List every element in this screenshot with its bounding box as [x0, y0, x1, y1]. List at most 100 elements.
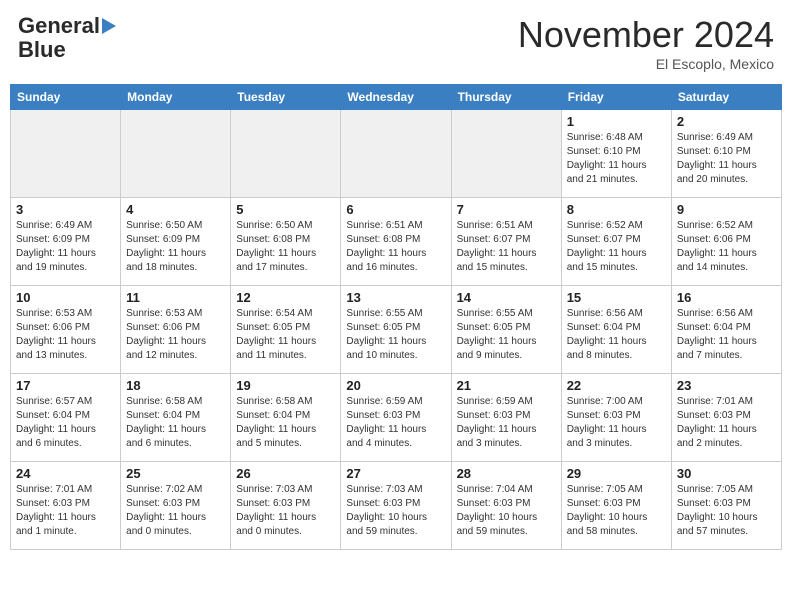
- day-number: 10: [16, 290, 115, 305]
- weekday-header-friday: Friday: [561, 85, 671, 110]
- weekday-header-saturday: Saturday: [671, 85, 781, 110]
- day-number: 9: [677, 202, 776, 217]
- day-info: Sunrise: 7:02 AMSunset: 6:03 PMDaylight:…: [126, 483, 225, 539]
- day-number: 25: [126, 466, 225, 481]
- calendar-cell: 2 Sunrise: 6:49 AMSunset: 6:10 PMDaylight…: [671, 110, 781, 198]
- day-info: Sunrise: 6:56 AMSunset: 6:04 PMDaylight:…: [567, 307, 666, 363]
- day-info: Sunrise: 6:49 AMSunset: 6:10 PMDaylight:…: [677, 131, 776, 187]
- day-number: 17: [16, 378, 115, 393]
- calendar-cell: 9Sunrise: 6:52 AMSunset: 6:06 PMDaylight…: [671, 198, 781, 286]
- week-row-4: 17 Sunrise: 6:57 AMSunset: 6:04 PMDayligh…: [11, 374, 782, 462]
- day-info: Sunrise: 7:04 AMSunset: 6:03 PMDaylight:…: [457, 483, 556, 539]
- title-block: November 2024 El Escoplo, Mexico: [518, 14, 774, 72]
- calendar-cell: 16Sunrise: 6:56 AMSunset: 6:04 PMDayligh…: [671, 286, 781, 374]
- day-info: Sunrise: 6:51 AMSunset: 6:08 PMDaylight:…: [346, 219, 445, 275]
- location-text: El Escoplo, Mexico: [518, 56, 774, 72]
- calendar-cell: 27Sunrise: 7:03 AMSunset: 6:03 PMDayligh…: [341, 462, 451, 550]
- day-number: 11: [126, 290, 225, 305]
- day-info: Sunrise: 6:59 AMSunset: 6:03 PMDaylight:…: [346, 395, 445, 451]
- calendar-cell: 23Sunrise: 7:01 AMSunset: 6:03 PMDayligh…: [671, 374, 781, 462]
- day-number: 26: [236, 466, 335, 481]
- calendar-cell: 12 Sunrise: 6:54 AMSunset: 6:05 PMDayligh…: [231, 286, 341, 374]
- day-number: 12: [236, 290, 335, 305]
- calendar-cell: 5Sunrise: 6:50 AMSunset: 6:08 PMDaylight…: [231, 198, 341, 286]
- weekday-header-monday: Monday: [121, 85, 231, 110]
- day-number: 19: [236, 378, 335, 393]
- calendar-cell: 20Sunrise: 6:59 AMSunset: 6:03 PMDayligh…: [341, 374, 451, 462]
- calendar-cell: [231, 110, 341, 198]
- calendar-cell: 25 Sunrise: 7:02 AMSunset: 6:03 PMDayligh…: [121, 462, 231, 550]
- day-number: 14: [457, 290, 556, 305]
- calendar-cell: 21 Sunrise: 6:59 AMSunset: 6:03 PMDayligh…: [451, 374, 561, 462]
- day-info: Sunrise: 6:52 AMSunset: 6:07 PMDaylight:…: [567, 219, 666, 275]
- week-row-1: 1 Sunrise: 6:48 AMSunset: 6:10 PMDaylight…: [11, 110, 782, 198]
- logo: General Blue: [18, 14, 116, 62]
- calendar-cell: 6 Sunrise: 6:51 AMSunset: 6:08 PMDaylight…: [341, 198, 451, 286]
- day-number: 15: [567, 290, 666, 305]
- day-info: Sunrise: 6:53 AMSunset: 6:06 PMDaylight:…: [16, 307, 115, 363]
- day-info: Sunrise: 6:48 AMSunset: 6:10 PMDaylight:…: [567, 131, 666, 187]
- day-info: Sunrise: 6:49 AMSunset: 6:09 PMDaylight:…: [16, 219, 115, 275]
- day-number: 13: [346, 290, 445, 305]
- day-number: 8: [567, 202, 666, 217]
- logo-arrow-icon: [102, 18, 116, 34]
- week-row-5: 24 Sunrise: 7:01 AMSunset: 6:03 PMDayligh…: [11, 462, 782, 550]
- day-number: 3: [16, 202, 115, 217]
- calendar-cell: 4Sunrise: 6:50 AMSunset: 6:09 PMDaylight…: [121, 198, 231, 286]
- day-number: 24: [16, 466, 115, 481]
- weekday-header-sunday: Sunday: [11, 85, 121, 110]
- day-number: 6: [346, 202, 445, 217]
- calendar-cell: 11Sunrise: 6:53 AMSunset: 6:06 PMDayligh…: [121, 286, 231, 374]
- calendar-cell: 17 Sunrise: 6:57 AMSunset: 6:04 PMDayligh…: [11, 374, 121, 462]
- page-header: General Blue November 2024 El Escoplo, M…: [10, 10, 782, 76]
- calendar-cell: 3 Sunrise: 6:49 AMSunset: 6:09 PMDaylight…: [11, 198, 121, 286]
- calendar-cell: 14 Sunrise: 6:55 AMSunset: 6:05 PMDayligh…: [451, 286, 561, 374]
- day-info: Sunrise: 7:01 AMSunset: 6:03 PMDaylight:…: [16, 483, 115, 539]
- weekday-header-wednesday: Wednesday: [341, 85, 451, 110]
- day-info: Sunrise: 7:03 AMSunset: 6:03 PMDaylight:…: [236, 483, 335, 539]
- calendar-cell: [341, 110, 451, 198]
- day-number: 30: [677, 466, 776, 481]
- calendar-cell: [11, 110, 121, 198]
- day-info: Sunrise: 6:54 AMSunset: 6:05 PMDaylight:…: [236, 307, 335, 363]
- day-number: 18: [126, 378, 225, 393]
- calendar-cell: 10 Sunrise: 6:53 AMSunset: 6:06 PMDayligh…: [11, 286, 121, 374]
- day-number: 7: [457, 202, 556, 217]
- day-number: 23: [677, 378, 776, 393]
- calendar-cell: 29 Sunrise: 7:05 AMSunset: 6:03 PMDayligh…: [561, 462, 671, 550]
- day-number: 2: [677, 114, 776, 129]
- calendar-cell: 19 Sunrise: 6:58 AMSunset: 6:04 PMDayligh…: [231, 374, 341, 462]
- day-info: Sunrise: 7:00 AMSunset: 6:03 PMDaylight:…: [567, 395, 666, 451]
- day-number: 16: [677, 290, 776, 305]
- day-number: 29: [567, 466, 666, 481]
- day-info: Sunrise: 6:50 AMSunset: 6:08 PMDaylight:…: [236, 219, 335, 275]
- day-number: 21: [457, 378, 556, 393]
- day-info: Sunrise: 6:57 AMSunset: 6:04 PMDaylight:…: [16, 395, 115, 451]
- day-number: 22: [567, 378, 666, 393]
- day-info: Sunrise: 6:50 AMSunset: 6:09 PMDaylight:…: [126, 219, 225, 275]
- weekday-header-thursday: Thursday: [451, 85, 561, 110]
- day-info: Sunrise: 7:05 AMSunset: 6:03 PMDaylight:…: [567, 483, 666, 539]
- day-info: Sunrise: 7:05 AMSunset: 6:03 PMDaylight:…: [677, 483, 776, 539]
- weekday-header-tuesday: Tuesday: [231, 85, 341, 110]
- day-number: 28: [457, 466, 556, 481]
- calendar-table: SundayMondayTuesdayWednesdayThursdayFrid…: [10, 84, 782, 550]
- calendar-cell: 18Sunrise: 6:58 AMSunset: 6:04 PMDayligh…: [121, 374, 231, 462]
- day-info: Sunrise: 6:59 AMSunset: 6:03 PMDaylight:…: [457, 395, 556, 451]
- logo-text-general: General: [18, 14, 100, 38]
- calendar-cell: 7Sunrise: 6:51 AMSunset: 6:07 PMDaylight…: [451, 198, 561, 286]
- calendar-cell: 26 Sunrise: 7:03 AMSunset: 6:03 PMDayligh…: [231, 462, 341, 550]
- day-number: 27: [346, 466, 445, 481]
- calendar-cell: [451, 110, 561, 198]
- calendar-cell: 8 Sunrise: 6:52 AMSunset: 6:07 PMDaylight…: [561, 198, 671, 286]
- month-title: November 2024: [518, 14, 774, 56]
- calendar-cell: 28 Sunrise: 7:04 AMSunset: 6:03 PMDayligh…: [451, 462, 561, 550]
- weekday-header-row: SundayMondayTuesdayWednesdayThursdayFrid…: [11, 85, 782, 110]
- day-number: 1: [567, 114, 666, 129]
- day-info: Sunrise: 6:55 AMSunset: 6:05 PMDaylight:…: [457, 307, 556, 363]
- calendar-cell: 13Sunrise: 6:55 AMSunset: 6:05 PMDayligh…: [341, 286, 451, 374]
- calendar-cell: 1 Sunrise: 6:48 AMSunset: 6:10 PMDaylight…: [561, 110, 671, 198]
- calendar-cell: 24 Sunrise: 7:01 AMSunset: 6:03 PMDayligh…: [11, 462, 121, 550]
- day-info: Sunrise: 6:58 AMSunset: 6:04 PMDaylight:…: [236, 395, 335, 451]
- calendar-cell: 22 Sunrise: 7:00 AMSunset: 6:03 PMDayligh…: [561, 374, 671, 462]
